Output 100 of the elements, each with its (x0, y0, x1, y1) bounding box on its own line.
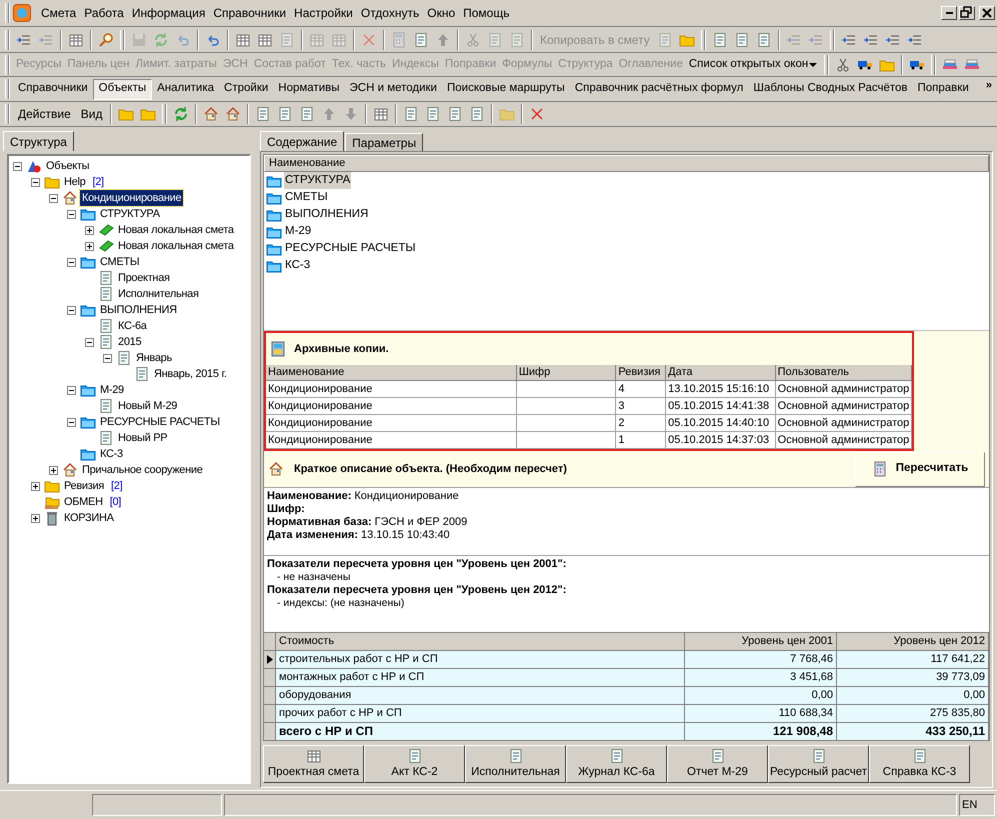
nav-tab[interactable]: Нормативы (273, 78, 344, 100)
nav-tab[interactable]: Объекты (92, 78, 152, 100)
content-item[interactable]: ВЫПОЛНЕНИЯ (284, 206, 370, 224)
tree-item[interactable]: Проектная (116, 270, 172, 286)
tree-item[interactable]: КОРЗИНА (62, 510, 116, 526)
content-item[interactable]: КС-3 (284, 256, 312, 274)
close-button[interactable] (979, 6, 995, 20)
table-cell: Основной администратор (776, 432, 912, 449)
menu-button[interactable]: Вид (76, 105, 108, 123)
more-button[interactable]: » (982, 77, 995, 94)
menu-button[interactable]: Действие (13, 105, 76, 123)
tree-item[interactable]: Новая локальная смета (116, 222, 236, 238)
book-icon (98, 238, 114, 254)
content-item[interactable]: М-29 (284, 222, 312, 240)
content-item[interactable]: СМЕТЫ (284, 188, 329, 206)
toolbar-grip[interactable] (830, 30, 835, 50)
toolbar-grip[interactable] (5, 54, 10, 74)
tree-toggle[interactable] (67, 306, 76, 314)
nav-tab[interactable]: Поисковые маршруты (442, 78, 570, 100)
tree-toggle[interactable] (85, 242, 94, 250)
tree-toggle[interactable] (67, 210, 76, 218)
toolbar-grip[interactable] (824, 54, 830, 74)
tree-item[interactable]: Исполнительная (116, 286, 201, 302)
report-button[interactable]: Проектная смета (263, 745, 364, 783)
restore-button[interactable] (959, 6, 975, 20)
tree-item[interactable]: ОБМЕН (62, 494, 105, 510)
nav-tab[interactable]: Аналитика (152, 78, 220, 100)
content-item[interactable]: СТРУКТУРА (284, 172, 352, 190)
tree-item[interactable]: Help (62, 174, 88, 190)
tree-toggle[interactable] (31, 178, 40, 186)
tree-toggle[interactable] (67, 258, 76, 266)
tree-item[interactable]: СТРУКТУРА (98, 206, 162, 222)
tree-toggle[interactable] (49, 194, 58, 202)
tree-item[interactable]: КС-6а (116, 318, 149, 334)
report-button[interactable]: Журнал КС-6а (566, 745, 667, 783)
tree-item[interactable]: Январь (134, 350, 174, 366)
document-icon (406, 748, 422, 764)
report-button[interactable]: Акт КС-2 (364, 745, 465, 783)
nav-tab[interactable]: ЭСН и методики (344, 78, 442, 100)
price-level-note: - индексы: (не назначены) (276, 597, 406, 610)
panel-tab[interactable]: Параметры (345, 133, 424, 151)
tree-item[interactable]: Объекты (44, 158, 92, 174)
tree-item[interactable]: КС-3 (98, 446, 125, 462)
menu-item[interactable]: Работа (80, 4, 128, 22)
tree-item[interactable]: ВЫПОЛНЕНИЯ (98, 302, 179, 318)
tree-item[interactable]: Причальное сооружение (80, 462, 205, 478)
toolbar-grip[interactable] (931, 54, 936, 74)
tree-toggle[interactable] (13, 162, 22, 170)
tree-item[interactable]: Кондиционирование (80, 190, 184, 206)
minimize-button[interactable] (941, 6, 957, 20)
menu-item[interactable]: Справочники (209, 4, 290, 22)
menu-item[interactable]: Смета (37, 4, 80, 22)
tree-item[interactable]: 2015 (116, 334, 144, 350)
tree-item[interactable]: Новый М-29 (116, 398, 180, 414)
book-icon (98, 222, 114, 238)
toolbar-link[interactable]: Список открытых окон (686, 56, 822, 74)
nav-tab[interactable]: Справочники (13, 78, 93, 100)
nav-tab[interactable]: Шаблоны Сводных Расчётов (748, 78, 912, 100)
panel-tab[interactable]: Структура (3, 131, 74, 151)
tree-item[interactable]: Новая локальная смета (116, 238, 236, 254)
nav-tab[interactable]: Поправки (912, 78, 974, 100)
toolbar-grip[interactable] (5, 79, 10, 99)
toolbar-grip[interactable] (162, 104, 168, 124)
tree-toggle[interactable] (85, 338, 94, 346)
toolbar-grip[interactable] (5, 104, 10, 124)
tree-item[interactable]: Ревизия (62, 478, 106, 494)
nav-tab[interactable]: Справочник расчётных формул (570, 78, 748, 100)
document-icon (469, 106, 486, 122)
menu-item[interactable]: Информация (128, 4, 210, 22)
tree-item[interactable]: Январь, 2015 г. (152, 366, 229, 382)
tree-toggle[interactable] (103, 354, 112, 362)
tree-item[interactable]: Новый РР (116, 430, 170, 446)
column-header[interactable]: Наименование (264, 155, 989, 172)
report-button[interactable]: Исполнительная (465, 745, 566, 783)
toolbar-grip[interactable] (120, 30, 125, 50)
menu-item[interactable]: Отдохнуть (356, 4, 424, 22)
tree-toggle[interactable] (31, 514, 40, 522)
menu-item[interactable]: Помощь (459, 4, 514, 22)
content-item[interactable]: РЕСУРСНЫЕ РАСЧЕТЫ (284, 240, 417, 258)
menu-item[interactable]: Окно (423, 4, 460, 22)
tree-toggle[interactable] (49, 466, 58, 474)
tree-item[interactable]: РЕСУРСНЫЕ РАСЧЕТЫ (98, 414, 222, 430)
report-button[interactable]: Ресурсный расчет (768, 745, 869, 783)
scissors-icon (465, 32, 481, 48)
panel-tab[interactable]: Содержание (260, 131, 344, 151)
toolbar-grip[interactable] (5, 30, 10, 50)
recalculate-button[interactable]: Пересчитать (855, 452, 985, 486)
report-button[interactable]: Отчет М-29 (667, 745, 768, 783)
nav-tab[interactable]: Стройки (219, 78, 274, 100)
tree-item[interactable]: СМЕТЫ (98, 254, 142, 270)
table-cell: 121 908,48 (685, 723, 837, 740)
tree-toggle[interactable] (85, 226, 94, 234)
report-button[interactable]: Справка КС-3 (869, 745, 970, 783)
tree-item[interactable]: М-29 (98, 382, 126, 398)
toolbar-grip[interactable] (700, 30, 706, 50)
tree-toggle[interactable] (67, 386, 76, 394)
menu-item[interactable]: Настройки (290, 4, 357, 22)
toolbar-grip[interactable] (5, 3, 10, 23)
tree-toggle[interactable] (31, 482, 40, 490)
tree-toggle[interactable] (67, 418, 76, 426)
